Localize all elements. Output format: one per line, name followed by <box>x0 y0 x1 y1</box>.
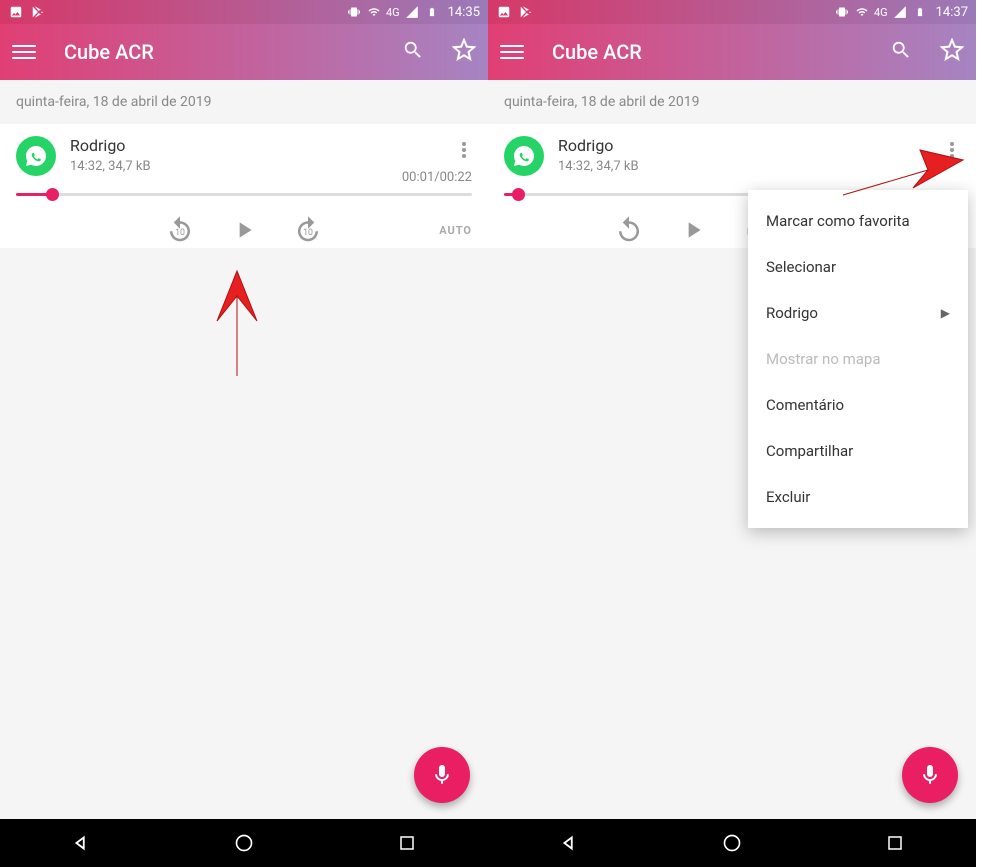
star-icon[interactable] <box>940 38 964 66</box>
context-menu: Marcar como favorita Selecionar Rodrigo▶… <box>748 190 968 528</box>
menu-button[interactable] <box>12 40 36 64</box>
wifi-icon <box>366 4 382 20</box>
menu-item-select[interactable]: Selecionar <box>748 244 968 290</box>
date-header: quinta-feira, 18 de abril de 2019 <box>0 80 488 124</box>
seek-bar[interactable] <box>16 184 472 206</box>
recents-button[interactable] <box>881 829 909 857</box>
app-bar: Cube ACR <box>488 24 976 80</box>
menu-item-favorite[interactable]: Marcar como favorita <box>748 198 968 244</box>
battery-icon <box>912 4 928 20</box>
status-bar: 4G 14:37 <box>488 0 976 24</box>
search-icon[interactable] <box>402 39 424 65</box>
svg-text:10: 10 <box>175 228 185 238</box>
playback-controls: 10 10 AUTO <box>0 220 488 248</box>
recording-meta: 14:32, 34,7 kB <box>558 159 944 174</box>
record-fab[interactable] <box>414 747 470 803</box>
play-store-icon <box>30 4 46 20</box>
menu-item-share[interactable]: Compartilhar <box>748 428 968 474</box>
app-title: Cube ACR <box>64 40 154 64</box>
menu-button[interactable] <box>500 40 524 64</box>
svg-text:10: 10 <box>303 228 313 238</box>
back-button[interactable] <box>67 829 95 857</box>
play-store-icon <box>518 4 534 20</box>
signal-icon <box>404 4 420 20</box>
screen-left: 4G 14:35 Cube ACR quinta-feira, 18 de ab… <box>0 0 488 867</box>
more-options-button[interactable] <box>456 136 472 168</box>
app-title: Cube ACR <box>552 40 642 64</box>
chevron-right-icon: ▶ <box>941 306 950 320</box>
recording-card[interactable]: Rodrigo 14:32, 34,7 kB 00:01/00:22 <box>0 124 488 220</box>
play-button[interactable] <box>675 212 711 248</box>
recording-contact: Rodrigo <box>70 136 456 155</box>
whatsapp-icon <box>504 136 544 176</box>
network-label: 4G <box>386 6 400 19</box>
back-button[interactable] <box>555 829 583 857</box>
clock: 14:35 <box>448 5 480 20</box>
record-fab[interactable] <box>902 747 958 803</box>
rewind-10-button[interactable]: 10 <box>162 212 198 248</box>
battery-icon <box>424 4 440 20</box>
rewind-10-button[interactable] <box>611 212 647 248</box>
image-icon <box>8 4 24 20</box>
playback-time: 00:01/00:22 <box>402 170 472 185</box>
screen-right: 4G 14:37 Cube ACR quinta-feira, 18 de ab… <box>488 0 976 867</box>
menu-item-comment[interactable]: Comentário <box>748 382 968 428</box>
vibrate-icon <box>834 4 850 20</box>
image-icon <box>496 4 512 20</box>
nav-bar <box>488 819 976 867</box>
search-icon[interactable] <box>890 39 912 65</box>
forward-10-button[interactable]: 10 <box>290 212 326 248</box>
clock: 14:37 <box>936 5 968 20</box>
vibrate-icon <box>346 4 362 20</box>
home-button[interactable] <box>718 829 746 857</box>
whatsapp-icon <box>16 136 56 176</box>
menu-item-contact[interactable]: Rodrigo▶ <box>748 290 968 336</box>
nav-bar <box>0 819 488 867</box>
app-bar: Cube ACR <box>0 24 488 80</box>
signal-icon <box>892 4 908 20</box>
recents-button[interactable] <box>393 829 421 857</box>
status-bar: 4G 14:35 <box>0 0 488 24</box>
star-icon[interactable] <box>452 38 476 66</box>
more-options-button[interactable] <box>944 136 960 168</box>
recording-meta: 14:32, 34,7 kB <box>70 159 456 174</box>
annotation-arrow <box>202 266 272 386</box>
play-button[interactable] <box>226 212 262 248</box>
recording-contact: Rodrigo <box>558 136 944 155</box>
home-button[interactable] <box>230 829 258 857</box>
date-header: quinta-feira, 18 de abril de 2019 <box>488 80 976 124</box>
network-label: 4G <box>874 6 888 19</box>
menu-item-delete[interactable]: Excluir <box>748 474 968 520</box>
wifi-icon <box>854 4 870 20</box>
menu-item-map: Mostrar no mapa <box>748 336 968 382</box>
auto-label: AUTO <box>439 224 472 237</box>
